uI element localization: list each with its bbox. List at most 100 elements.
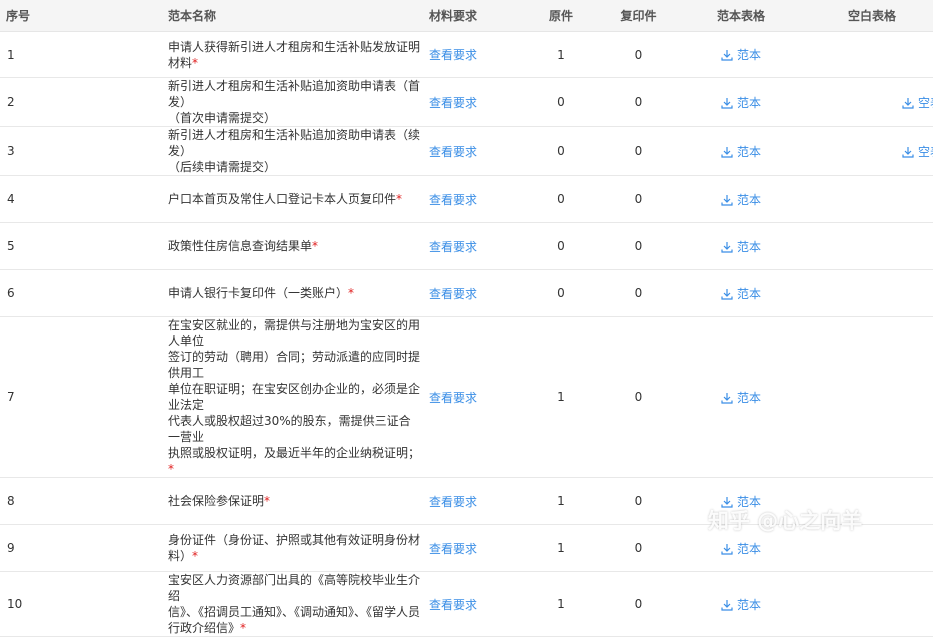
row-index: 4 — [0, 175, 80, 223]
copy-count: 0 — [606, 571, 671, 637]
download-sample-form-link[interactable]: 范本 — [721, 48, 761, 62]
table-row: 4 户口本首页及常住人口登记卡本人页复印件* 查看要求 0 0 范本 — [0, 175, 933, 223]
material-name-line: 政策性住房信息查询结果单 — [168, 239, 313, 253]
header-original: 原件 — [516, 0, 606, 32]
header-name: 范本名称 — [80, 0, 421, 32]
material-name-line: 户口本首页及常住人口登记卡本人页复印件 — [168, 192, 397, 206]
copy-count: 0 — [606, 31, 671, 78]
row-index: 9 — [0, 524, 80, 572]
copy-count: 0 — [606, 175, 671, 223]
sample-form-label: 范本 — [736, 144, 761, 159]
row-index: 1 — [0, 31, 80, 78]
view-requirements-link[interactable]: 查看要求 — [429, 391, 477, 405]
sample-form-label: 范本 — [736, 597, 761, 612]
material-name-line: 申请人获得新引进人才租房和生活补贴发放证明材料 — [168, 39, 421, 70]
original-count: 1 — [516, 524, 606, 572]
material-name-line: 单位在职证明；在宝安区创办企业的，必须是企业法定 — [168, 382, 421, 412]
material-name: 在宝安区就业的，需提供与注册地为宝安区的用人单位 签订的劳动（聘用）合同；劳动派遣… — [80, 316, 421, 478]
material-name-line: 行政介绍信》 — [168, 621, 241, 635]
download-icon — [721, 287, 737, 301]
material-name: 户口本首页及常住人口登记卡本人页复印件* — [80, 175, 421, 223]
view-requirements-link[interactable]: 查看要求 — [429, 240, 477, 254]
view-requirements-link[interactable]: 查看要求 — [429, 598, 477, 612]
row-index: 5 — [0, 222, 80, 270]
copy-count: 0 — [606, 77, 671, 127]
table-row: 2 新引进人才租房和生活补贴追加资助申请表（首发） （首次申请需提交） 查看要求 0 0 范… — [0, 77, 933, 127]
download-sample-form-link[interactable]: 范本 — [721, 193, 761, 207]
original-count: 0 — [516, 175, 606, 223]
material-name-line: 新引进人才租房和生活补贴追加资助申请表（续发） — [168, 128, 421, 158]
table-row: 1 申请人获得新引进人才租房和生活补贴发放证明材料* 查看要求 1 0 范本 — [0, 31, 933, 78]
materials-table: 序号 范本名称 材料要求 原件 复印件 范本表格 空白表格 1 申请人获得新引进人… — [0, 0, 933, 637]
download-icon — [902, 96, 918, 110]
material-name: 申请人获得新引进人才租房和生活补贴发放证明材料* — [80, 31, 421, 78]
download-icon — [721, 391, 737, 405]
row-index: 6 — [0, 269, 80, 317]
table-row: 7 在宝安区就业的，需提供与注册地为宝安区的用人单位 签订的劳动（聘用）合同；劳动派… — [0, 316, 933, 478]
header-no: 序号 — [0, 0, 80, 32]
copy-count: 0 — [606, 524, 671, 572]
blank-form-label: 空表格 — [918, 95, 933, 110]
required-marker: * — [348, 286, 355, 300]
material-name-line: （首次申请需提交） — [168, 111, 277, 125]
download-icon — [721, 96, 737, 110]
download-icon — [721, 48, 737, 62]
material-name-line: 代表人或股权超过30%的股东，需提供三证合一营业 — [168, 414, 411, 444]
download-sample-form-link[interactable]: 范本 — [721, 598, 761, 612]
material-name: 申请人银行卡复印件（一类账户）* — [80, 269, 421, 317]
watermark: 知乎 @心之向羊 — [708, 509, 863, 533]
required-marker: * — [312, 239, 319, 253]
view-requirements-link[interactable]: 查看要求 — [429, 495, 477, 509]
download-sample-form-link[interactable]: 范本 — [721, 391, 761, 405]
header-requirements: 材料要求 — [421, 0, 516, 32]
required-marker: * — [240, 621, 247, 635]
copy-count: 0 — [606, 126, 671, 176]
table-row: 3 新引进人才租房和生活补贴追加资助申请表（续发） （后续申请需提交） 查看要求 0 0 范… — [0, 126, 933, 176]
required-marker: * — [168, 462, 174, 476]
row-index: 8 — [0, 477, 80, 525]
download-blank-form-link[interactable]: 空表格 — [902, 145, 933, 159]
required-marker: * — [192, 549, 199, 563]
row-index: 10 — [0, 571, 80, 637]
view-requirements-link[interactable]: 查看要求 — [429, 542, 477, 556]
view-requirements-link[interactable]: 查看要求 — [429, 145, 477, 159]
sample-form-label: 范本 — [736, 192, 761, 207]
material-name-line: （后续申请需提交） — [168, 160, 277, 174]
view-requirements-link[interactable]: 查看要求 — [429, 193, 477, 207]
sample-form-label: 范本 — [736, 239, 761, 254]
material-name-line: 签订的劳动（聘用）合同；劳动派遣的应同时提供用工 — [168, 350, 421, 380]
download-sample-form-link[interactable]: 范本 — [721, 240, 761, 254]
download-sample-form-link[interactable]: 范本 — [721, 542, 761, 556]
row-index: 7 — [0, 316, 80, 478]
view-requirements-link[interactable]: 查看要求 — [429, 48, 477, 62]
original-count: 0 — [516, 126, 606, 176]
material-name: 新引进人才租房和生活补贴追加资助申请表（首发） （首次申请需提交） — [80, 77, 421, 127]
download-icon — [902, 145, 918, 159]
table-row: 10 宝安区人力资源部门出具的《高等院校毕业生介绍 信》、《招调员工通知》、《调动通… — [0, 571, 933, 637]
view-requirements-link[interactable]: 查看要求 — [429, 287, 477, 301]
download-icon — [721, 145, 737, 159]
material-name: 新引进人才租房和生活补贴追加资助申请表（续发） （后续申请需提交） — [80, 126, 421, 176]
copy-count: 0 — [606, 222, 671, 270]
material-name-line: 信》、《招调员工通知》、《调动通知》、《留学人员 — [168, 605, 421, 619]
original-count: 0 — [516, 269, 606, 317]
view-requirements-link[interactable]: 查看要求 — [429, 96, 477, 110]
download-sample-form-link[interactable]: 范本 — [721, 145, 761, 159]
required-marker: * — [396, 192, 403, 206]
row-index: 3 — [0, 126, 80, 176]
download-sample-form-link[interactable]: 范本 — [721, 287, 761, 301]
header-blank-form: 空白表格 — [811, 0, 933, 32]
download-sample-form-link[interactable]: 范本 — [721, 96, 761, 110]
sample-form-label: 范本 — [736, 95, 761, 110]
download-icon — [721, 598, 737, 612]
download-blank-form-link[interactable]: 空表格 — [902, 96, 933, 110]
material-name-line: 社会保险参保证明 — [168, 494, 265, 508]
material-name: 宝安区人力资源部门出具的《高等院校毕业生介绍 信》、《招调员工通知》、《调动通知》… — [80, 571, 421, 637]
material-name: 政策性住房信息查询结果单* — [80, 222, 421, 270]
original-count: 0 — [516, 77, 606, 127]
sample-form-label: 范本 — [736, 286, 761, 301]
sample-form-label: 范本 — [736, 390, 761, 405]
row-index: 2 — [0, 77, 80, 127]
copy-count: 0 — [606, 477, 671, 525]
download-icon — [721, 193, 737, 207]
